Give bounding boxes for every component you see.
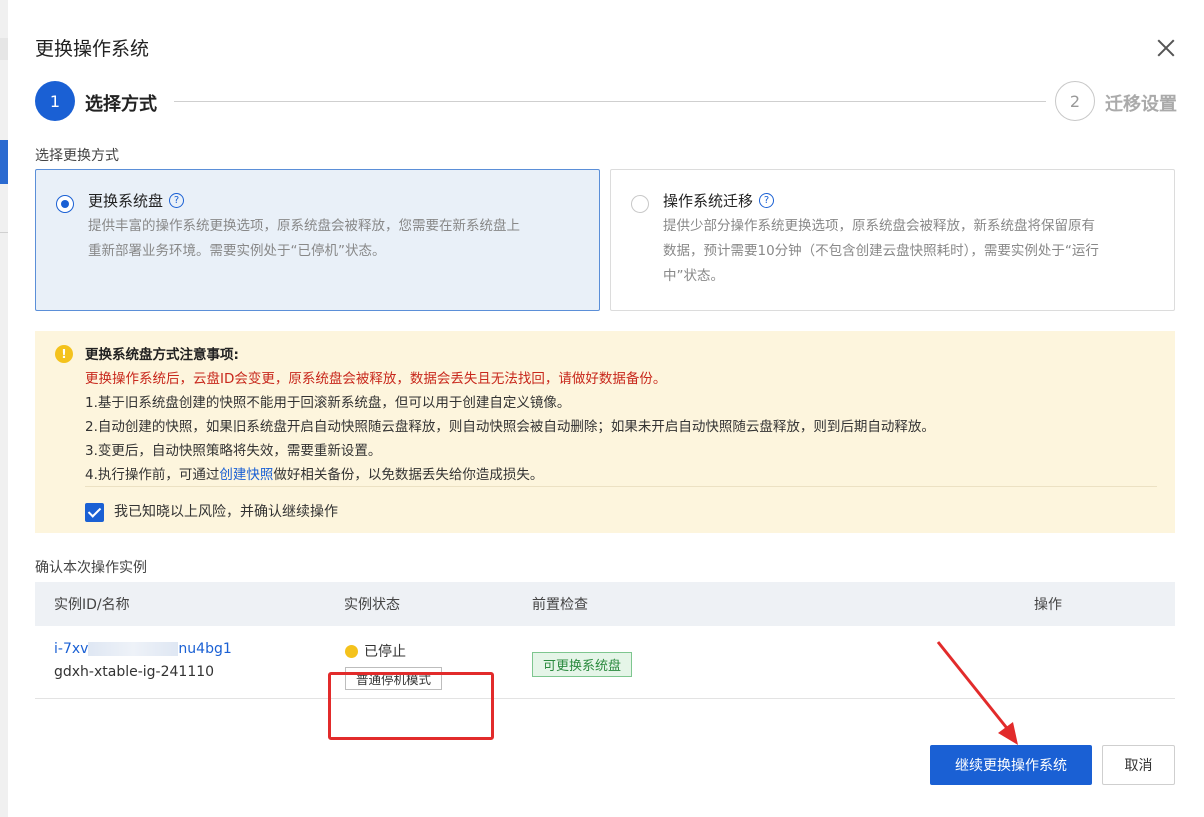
step-1-circle: 1 bbox=[35, 81, 75, 121]
background-page-edge bbox=[0, 0, 8, 817]
table-row: i-7xv nu4bg1 gdxh-xtable-ig-241110 已停止 普通… bbox=[35, 626, 1175, 740]
option-desc-line: 提供丰富的操作系统更换选项，原系统盘会被释放，您需要在新系统盘上 bbox=[88, 218, 520, 234]
header-actions: 操作 bbox=[1034, 597, 1062, 613]
step-1-label: 选择方式 bbox=[85, 94, 157, 115]
option-os-migration[interactable]: 操作系统迁移 ? 提供少部分操作系统更换选项，原系统盘会被释放，新系统盘将保留原… bbox=[610, 169, 1175, 311]
instances-table: 实例ID/名称 实例状态 前置检查 操作 i-7xv nu4bg1 gdxh-xt… bbox=[35, 582, 1175, 740]
help-icon[interactable]: ? bbox=[169, 193, 185, 208]
notice-item: 1.基于旧系统盘创建的快照不能用于回滚新系统盘，但可以用于创建自定义镜像。 bbox=[85, 395, 571, 411]
option-desc-line: 提供少部分操作系统更换选项，原系统盘会被释放，新系统盘将保留原有 bbox=[663, 218, 1095, 234]
notice-title: 更换系统盘方式注意事项: bbox=[85, 347, 239, 363]
status-dot-icon bbox=[345, 644, 358, 658]
dialog-title: 更换操作系统 bbox=[35, 38, 150, 60]
radio-os-migration[interactable] bbox=[631, 195, 649, 213]
header-precheck: 前置检查 bbox=[532, 597, 588, 613]
instance-name: gdxh-xtable-ig-241110 bbox=[54, 664, 215, 680]
ack-checkbox-row[interactable]: 我已知晓以上风险，并确认继续操作 bbox=[85, 500, 338, 524]
status-text: 已停止 bbox=[364, 644, 406, 660]
instance-status: 已停止 bbox=[345, 641, 406, 661]
notice-item-text: 做好相关备份，以免数据丢失给你造成损失。 bbox=[273, 467, 544, 483]
help-icon[interactable]: ? bbox=[759, 193, 775, 208]
notice-item-text: 4.执行操作前，可通过 bbox=[85, 467, 220, 483]
precheck-badge: 可更换系统盘 bbox=[532, 652, 633, 677]
option-title: 操作系统迁移 bbox=[663, 192, 754, 210]
table-header: 实例ID/名称 实例状态 前置检查 操作 bbox=[35, 582, 1175, 626]
warning-icon: ! bbox=[55, 345, 73, 363]
step-2-circle: 2 bbox=[1055, 81, 1095, 121]
notice-warning: 更换操作系统后，云盘ID会变更，原系统盘会被释放，数据会丢失且无法找回，请做好数… bbox=[85, 371, 667, 387]
notice-item: 4.执行操作前，可通过创建快照做好相关备份，以免数据丢失给你造成损失。 bbox=[85, 463, 1155, 487]
notice-box: ! 更换系统盘方式注意事项: 更换操作系统后，云盘ID会变更，原系统盘会被释放，… bbox=[35, 331, 1175, 533]
option-desc-line: 重新部署业务环境。需要实例处于“已停机”状态。 bbox=[88, 243, 386, 259]
option-desc-line: 中”状态。 bbox=[663, 268, 724, 284]
cancel-button[interactable]: 取消 bbox=[1102, 745, 1175, 785]
redacted-region bbox=[88, 642, 179, 656]
method-section-label: 选择更换方式 bbox=[35, 148, 119, 164]
highlight-annotation-box bbox=[328, 672, 494, 740]
notice-item: 3.变更后，自动快照策略将失效，需要重新设置。 bbox=[85, 443, 382, 459]
create-snapshot-link[interactable]: 创建快照 bbox=[219, 467, 273, 483]
ack-checkbox[interactable] bbox=[85, 502, 104, 522]
step-2-label: 迁移设置 bbox=[1105, 94, 1177, 115]
instances-section-label: 确认本次操作实例 bbox=[35, 560, 147, 576]
header-status: 实例状态 bbox=[344, 597, 400, 613]
step-connector bbox=[174, 101, 1046, 102]
option-desc-line: 数据，预计需要10分钟（不包含创建云盘快照耗时），需要实例处于“运行 bbox=[663, 243, 1099, 259]
option-replace-system-disk[interactable]: 更换系统盘 ? 提供丰富的操作系统更换选项，原系统盘会被释放，您需要在新系统盘上… bbox=[35, 169, 600, 311]
ack-label: 我已知晓以上风险，并确认继续操作 bbox=[114, 504, 338, 520]
radio-replace-system-disk[interactable] bbox=[56, 195, 74, 213]
instance-id-link[interactable]: i-7xv nu4bg1 bbox=[54, 641, 232, 657]
notice-item: 2.自动创建的快照，如果旧系统盘开启自动快照随云盘释放，则自动快照会被自动删除；… bbox=[85, 419, 935, 435]
continue-change-os-button[interactable]: 继续更换操作系统 bbox=[930, 745, 1092, 785]
change-os-dialog: 更换操作系统 1 选择方式 2 迁移设置 选择更换方式 更换系统盘 ? 提供丰富… bbox=[8, 0, 1204, 817]
header-instance-id: 实例ID/名称 bbox=[54, 597, 130, 613]
close-icon[interactable] bbox=[1154, 36, 1178, 60]
notice-divider bbox=[85, 486, 1157, 487]
option-title: 更换系统盘 bbox=[88, 192, 164, 210]
